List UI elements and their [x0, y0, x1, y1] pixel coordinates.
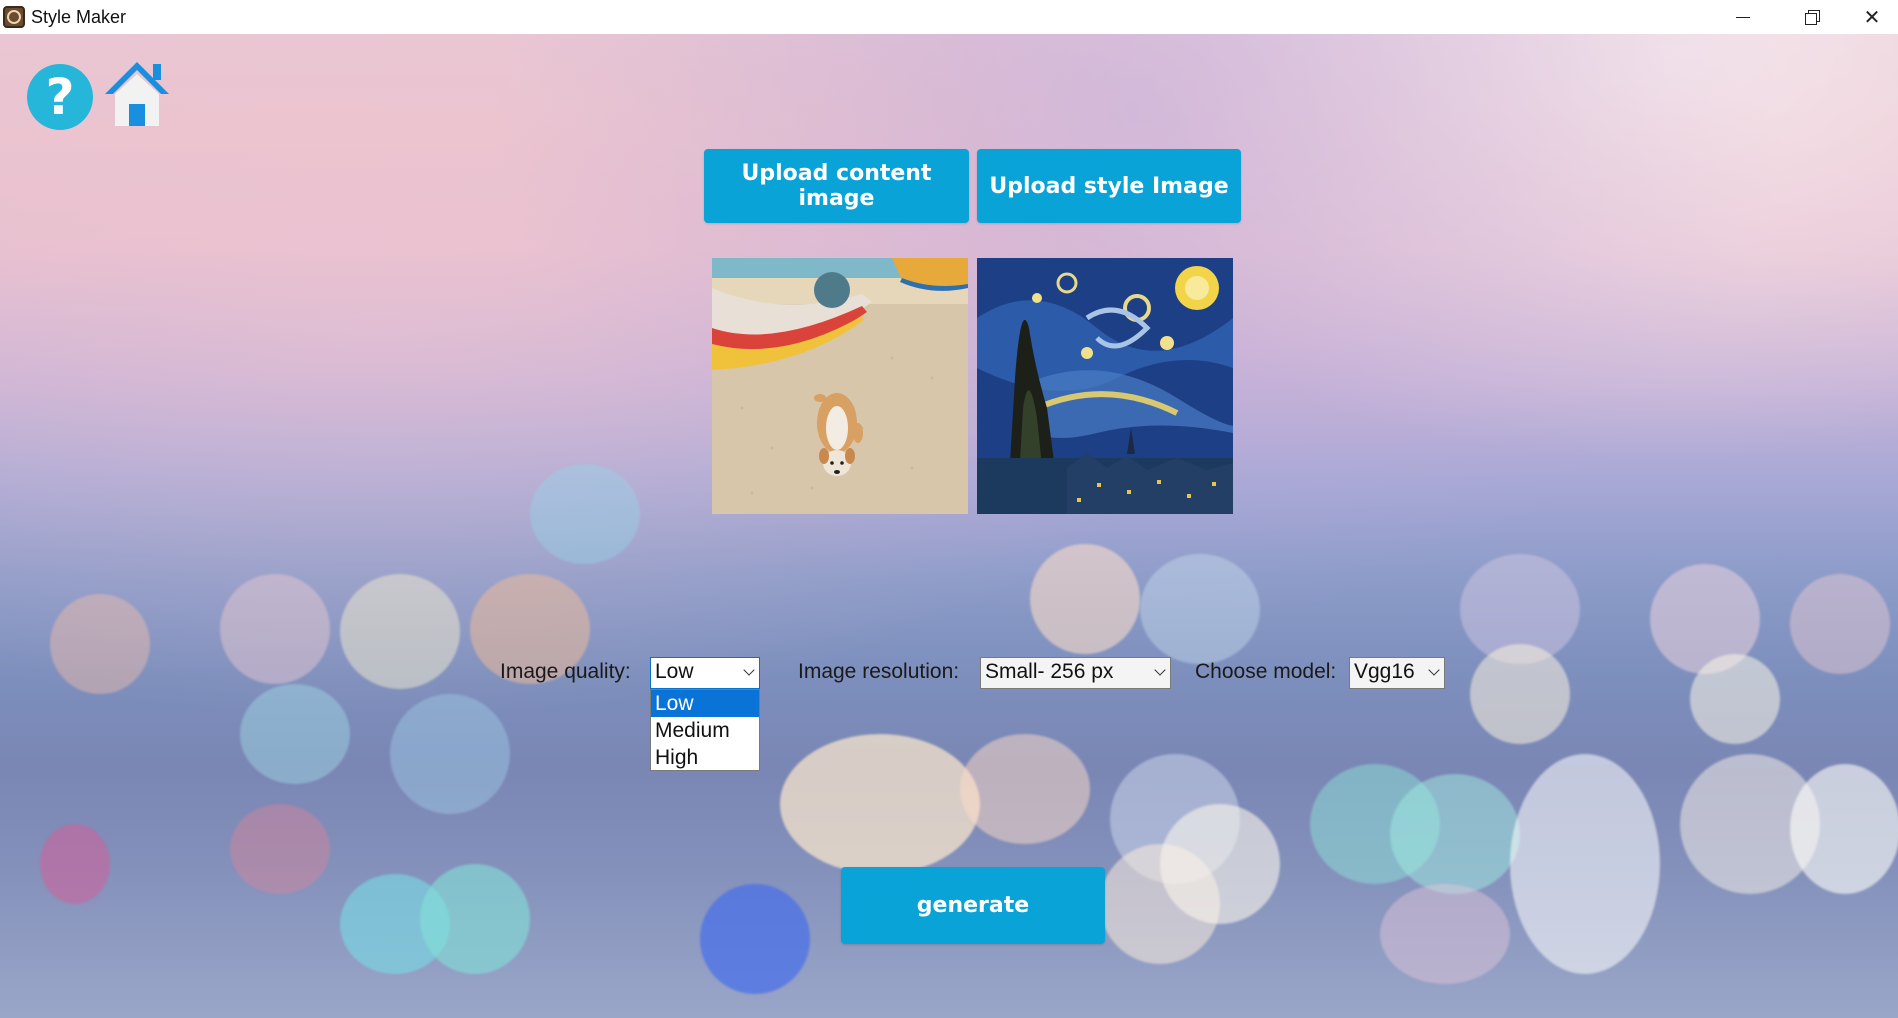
choose-model-label: Choose model:: [1195, 660, 1337, 683]
quality-option-low[interactable]: Low: [651, 690, 759, 717]
chevron-down-icon: [1154, 664, 1166, 676]
quality-option-high[interactable]: High: [651, 744, 759, 771]
help-icon[interactable]: ?: [27, 64, 93, 130]
choose-model-select[interactable]: Vgg16: [1349, 657, 1445, 689]
close-icon: ✕: [1863, 5, 1881, 29]
image-resolution-value: Small- 256 px: [985, 660, 1114, 683]
image-quality-dropdown: Low Medium High: [650, 689, 760, 771]
home-icon[interactable]: [103, 60, 171, 130]
style-image-preview: [977, 258, 1233, 514]
image-resolution-label: Image resolution:: [798, 660, 960, 683]
image-resolution-select[interactable]: Small- 256 px: [980, 657, 1171, 689]
image-quality-value: Low: [655, 660, 694, 683]
image-quality-select[interactable]: Low: [650, 657, 760, 689]
upload-style-image-button[interactable]: Upload style Image: [977, 149, 1241, 223]
image-quality-label: Image quality:: [500, 660, 631, 683]
maximize-button[interactable]: [1777, 0, 1846, 34]
app-icon: [3, 6, 25, 28]
minimize-icon: [1735, 16, 1750, 18]
minimize-button[interactable]: [1708, 0, 1777, 34]
title-bar: Style Maker ✕: [0, 0, 1898, 34]
restore-icon: [1804, 10, 1820, 25]
generate-button[interactable]: generate: [841, 867, 1105, 944]
chevron-down-icon: [1428, 664, 1440, 676]
quality-option-medium[interactable]: Medium: [651, 717, 759, 744]
window-title: Style Maker: [31, 7, 127, 27]
close-button[interactable]: ✕: [1846, 0, 1898, 34]
content-image-preview: [712, 258, 968, 514]
chevron-down-icon: [743, 664, 755, 676]
choose-model-value: Vgg16: [1354, 660, 1415, 683]
upload-content-image-button[interactable]: Upload content image: [704, 149, 969, 223]
